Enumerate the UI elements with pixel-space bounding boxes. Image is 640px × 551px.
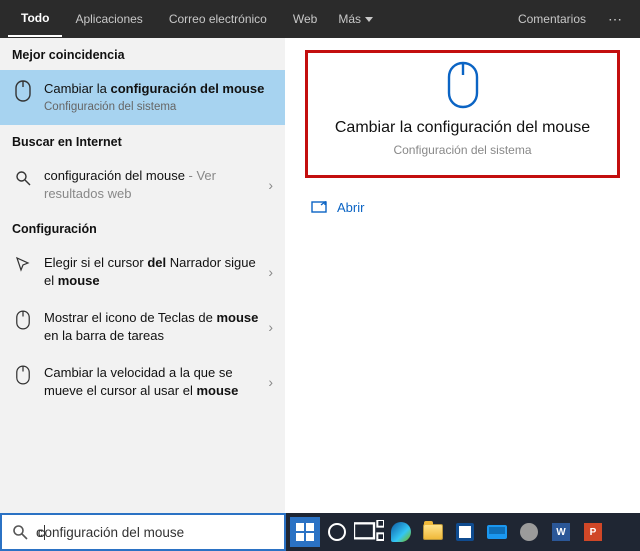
taskview-icon	[354, 520, 384, 543]
best-match-title-bold: configuración del mouse	[110, 81, 264, 96]
mail-icon	[487, 525, 507, 539]
cursor-icon	[12, 254, 34, 276]
search-icon	[12, 524, 28, 540]
tab-more[interactable]: Más	[330, 2, 381, 36]
chevron-right-icon: ›	[268, 374, 273, 390]
explorer-button[interactable]	[418, 517, 448, 547]
chevron-right-icon: ›	[268, 319, 273, 335]
results-panel: Mejor coincidencia Cambiar la configurac…	[0, 38, 285, 513]
c1-b1: del	[147, 255, 166, 270]
chevron-right-icon: ›	[268, 264, 273, 280]
store-icon	[456, 523, 474, 541]
taskbar: W P	[286, 513, 640, 551]
tab-more-label: Más	[338, 12, 361, 26]
chevron-down-icon	[365, 17, 373, 22]
c2-b1: mouse	[216, 310, 258, 325]
c1-b2: mouse	[58, 273, 100, 288]
mouse-icon	[12, 364, 34, 386]
mail-button[interactable]	[482, 517, 512, 547]
c1-pre: Elegir si el cursor	[44, 255, 147, 270]
search-icon	[12, 167, 34, 189]
preview-title: Cambiar la configuración del mouse	[318, 119, 607, 137]
search-tabs: Todo Aplicaciones Correo electrónico Web…	[0, 0, 640, 38]
start-button[interactable]	[290, 517, 320, 547]
powerpoint-icon: P	[584, 523, 602, 541]
tab-all[interactable]: Todo	[8, 1, 62, 37]
web-result-label: configuración del mouse	[44, 168, 185, 183]
c2-pre: Mostrar el icono de Teclas de	[44, 310, 216, 325]
open-icon	[311, 201, 327, 215]
config-item-mousekeys[interactable]: Mostrar el icono de Teclas de mouse en l…	[0, 299, 285, 354]
folder-icon	[423, 524, 443, 540]
c3-b1: mouse	[196, 383, 238, 398]
cortana-button[interactable]	[322, 517, 352, 547]
section-config: Configuración	[0, 212, 285, 244]
word-icon: W	[552, 523, 570, 541]
tab-web[interactable]: Web	[280, 2, 330, 36]
taskview-button[interactable]	[354, 517, 384, 547]
mouse-icon	[12, 309, 34, 331]
section-best-match: Mejor coincidencia	[0, 38, 285, 70]
preview-sub: Configuración del sistema	[318, 143, 607, 157]
preview-card: Cambiar la configuración del mouse Confi…	[305, 50, 620, 178]
open-action[interactable]: Abrir	[297, 186, 628, 229]
best-match-title-pre: Cambiar la	[44, 81, 110, 96]
config-item-narrator[interactable]: Elegir si el cursor del Narrador sigue e…	[0, 244, 285, 299]
more-options-button[interactable]: ⋯	[598, 5, 632, 34]
store-button[interactable]	[450, 517, 480, 547]
preview-panel: Cambiar la configuración del mouse Confi…	[285, 38, 640, 513]
person-icon	[520, 523, 538, 541]
word-button[interactable]: W	[546, 517, 576, 547]
best-match-item[interactable]: Cambiar la configuración del mouse Confi…	[0, 70, 285, 125]
web-result-item[interactable]: configuración del mouse - Ver resultados…	[0, 157, 285, 212]
edge-button[interactable]	[386, 517, 416, 547]
edge-icon	[391, 522, 411, 542]
circle-icon	[328, 523, 346, 541]
best-match-sub: Configuración del sistema	[44, 100, 273, 116]
section-web: Buscar en Internet	[0, 125, 285, 157]
powerpoint-button[interactable]: P	[578, 517, 608, 547]
config-item-speed[interactable]: Cambiar la velocidad a la que se mueve e…	[0, 354, 285, 409]
c2-suf: en la barra de tareas	[44, 328, 164, 343]
tab-apps[interactable]: Aplicaciones	[62, 2, 155, 36]
chevron-right-icon: ›	[268, 177, 273, 193]
people-button[interactable]	[514, 517, 544, 547]
tab-mail[interactable]: Correo electrónico	[156, 2, 280, 36]
search-text: configuración del mouse	[38, 525, 184, 540]
mouse-icon	[12, 80, 34, 102]
open-label: Abrir	[337, 200, 364, 215]
search-input[interactable]: cconfiguración del mouse	[0, 513, 286, 551]
feedback-link[interactable]: Comentarios	[506, 2, 598, 36]
mouse-large-icon	[445, 61, 481, 109]
